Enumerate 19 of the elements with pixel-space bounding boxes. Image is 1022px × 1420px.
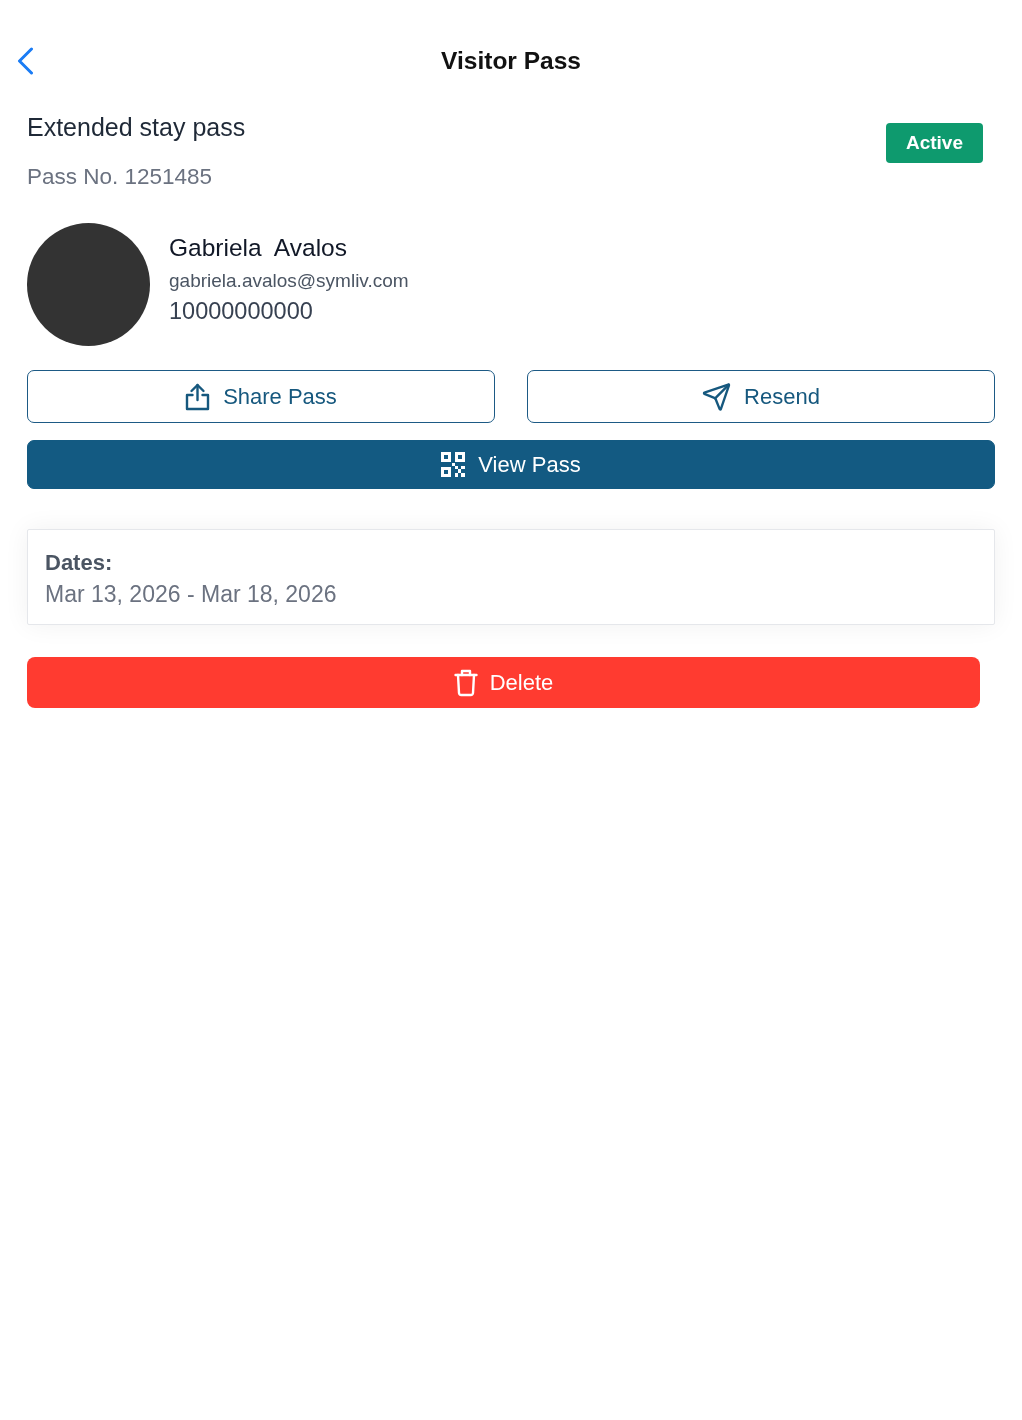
trash-icon	[453, 668, 478, 697]
share-pass-button[interactable]: Share Pass	[27, 370, 495, 423]
dates-value: Mar 13, 2026 - Mar 18, 2026	[45, 580, 338, 608]
back-button[interactable]	[16, 47, 34, 75]
pass-number: Pass No. 1251485	[27, 163, 214, 191]
view-pass-button[interactable]: View Pass	[27, 440, 995, 489]
delete-button[interactable]: Delete	[27, 657, 980, 708]
qr-code-icon	[441, 452, 466, 477]
paper-plane-icon	[702, 382, 732, 411]
resend-button[interactable]: Resend	[527, 370, 995, 423]
back-chevron-icon	[16, 47, 34, 75]
visitor-email: gabriela.avalos@symliv.com	[169, 269, 409, 293]
pass-type: Extended stay pass	[27, 112, 246, 143]
visitor-name: Gabriela Avalos	[169, 233, 348, 263]
dates-label: Dates:	[45, 550, 114, 576]
page-title: Visitor Pass	[441, 46, 581, 76]
share-icon	[185, 382, 211, 411]
status-badge: Active	[885, 123, 983, 163]
visitor-phone: 10000000000	[169, 297, 314, 325]
